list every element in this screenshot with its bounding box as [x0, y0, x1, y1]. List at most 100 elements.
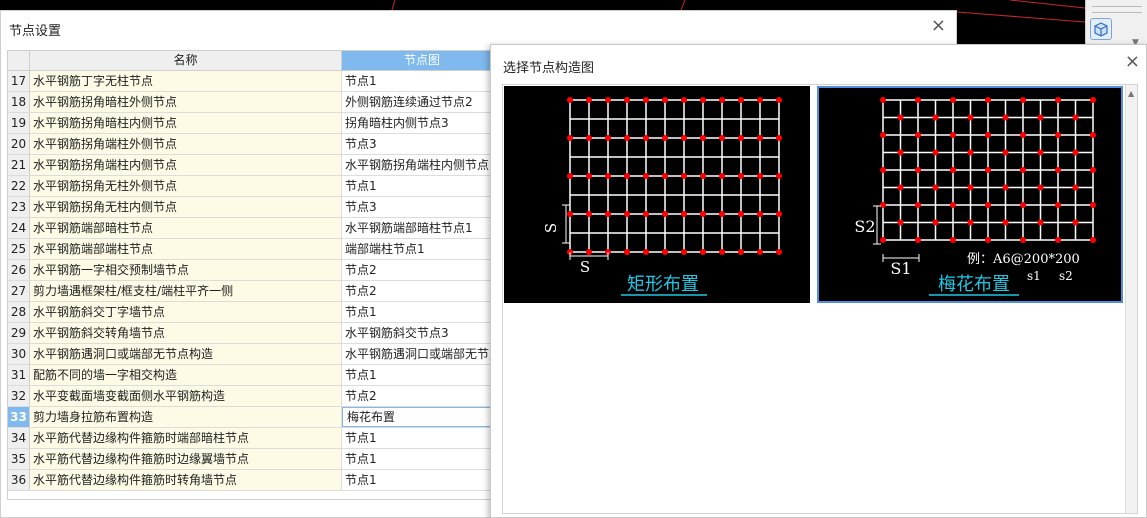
tie-dot	[776, 135, 782, 141]
table-row[interactable]: 35 水平筋代替边缘构件箍筋时边缘翼墙节点 节点1	[8, 449, 496, 470]
tie-dot	[1002, 219, 1009, 226]
cube-icon[interactable]	[1090, 18, 1112, 40]
table-row[interactable]: 26 水平钢筋一字相交预制墙节点 节点2	[8, 260, 496, 281]
row-node-cell[interactable]: 水平钢筋端部暗柱节点1	[342, 218, 496, 238]
row-number[interactable]: 28	[8, 302, 30, 322]
vertical-scrollbar[interactable]: ▲	[1125, 85, 1137, 513]
row-number[interactable]: 36	[8, 470, 30, 490]
row-number[interactable]: 35	[8, 449, 30, 469]
table-row[interactable]: 34 水平筋代替边缘构件箍筋时端部暗柱节点 节点1	[8, 428, 496, 449]
table-row[interactable]: 32 水平变截面墙变截面侧水平钢筋构造 节点2	[8, 386, 496, 407]
table-row[interactable]: 22 水平钢筋拐角无柱外侧节点 节点1	[8, 176, 496, 197]
column-header-name[interactable]: 名称	[30, 51, 342, 71]
row-name-cell: 剪力墙身拉筋布置构造	[30, 407, 342, 427]
option-plum-blossom-layout[interactable]: S2 S1 例：A6@200*200 s1 s2 梅花布置	[817, 86, 1123, 303]
table-row[interactable]: 17 水平钢筋丁字无柱节点 节点1	[8, 71, 496, 92]
table-row[interactable]: 20 水平钢筋拐角端柱外侧节点 节点3	[8, 134, 496, 155]
table-row[interactable]: 28 水平钢筋斜交丁字墙节点 节点1	[8, 302, 496, 323]
row-number[interactable]: 29	[8, 323, 30, 343]
table-row[interactable]: 31 配筋不同的墙一字相交构造 节点1	[8, 365, 496, 386]
row-number[interactable]: 22	[8, 176, 30, 196]
row-number[interactable]: 17	[8, 71, 30, 91]
row-number[interactable]: 26	[8, 260, 30, 280]
tie-dot	[1055, 237, 1061, 243]
table-row[interactable]: 36 水平筋代替边缘构件箍筋时转角墙节点 节点1	[8, 470, 496, 491]
close-icon[interactable]: ×	[1125, 51, 1140, 72]
row-node-cell[interactable]: 水平钢筋拐角端柱内侧节点1	[342, 155, 496, 175]
tie-dot	[643, 135, 649, 141]
row-node-cell[interactable]: 节点1	[342, 470, 496, 490]
dim-label-vertical: S2	[854, 217, 875, 236]
row-node-cell[interactable]: 节点3	[342, 197, 496, 217]
row-number[interactable]: 25	[8, 239, 30, 259]
table-row[interactable]: 18 水平钢筋拐角暗柱外侧节点 外侧钢筋连续通过节点2	[8, 92, 496, 113]
row-node-cell[interactable]: 节点3	[342, 134, 496, 154]
tie-dot	[1090, 97, 1096, 103]
row-number[interactable]: 27	[8, 281, 30, 301]
table-row[interactable]: 23 水平钢筋拐角无柱内侧节点 节点3	[8, 197, 496, 218]
tie-dot	[757, 173, 763, 179]
tie-dot	[932, 149, 939, 156]
row-number[interactable]: 34	[8, 428, 30, 448]
row-number[interactable]: 23	[8, 197, 30, 217]
rebar-grid	[569, 99, 780, 253]
row-node-cell[interactable]: 节点1	[342, 302, 496, 322]
row-number[interactable]: 21	[8, 155, 30, 175]
row-node-cell[interactable]: 节点1	[342, 449, 496, 469]
row-number[interactable]: 18	[8, 92, 30, 112]
option-rectangular-layout[interactable]: S S 矩形布置	[504, 86, 810, 303]
table-row[interactable]: 24 水平钢筋端部暗柱节点 水平钢筋端部暗柱节点1	[8, 218, 496, 239]
close-icon[interactable]: ×	[931, 15, 946, 36]
tie-dot	[985, 97, 991, 103]
dim-label-horizontal: S1	[890, 259, 911, 278]
row-node-cell[interactable]: 节点1	[342, 71, 496, 91]
row-node-cell[interactable]: 节点1	[342, 428, 496, 448]
tie-dot	[662, 97, 668, 103]
table-row[interactable]: 25 水平钢筋端部端柱节点 端部端柱节点1	[8, 239, 496, 260]
tie-dot	[567, 173, 573, 179]
tie-dot	[1072, 149, 1079, 156]
tie-dot	[776, 211, 782, 217]
tie-dot	[719, 249, 725, 255]
table-row[interactable]: 33 剪力墙身拉筋布置构造 梅花布置	[8, 407, 496, 428]
tie-dot	[1037, 219, 1044, 226]
tie-dot	[567, 97, 573, 103]
node-table: 名称 节点图 17 水平钢筋丁字无柱节点 节点1 18 水平钢筋拐角暗柱外侧节点 外侧钢筋…	[7, 50, 497, 500]
scroll-up-icon[interactable]: ▲	[1128, 89, 1134, 98]
tie-dot	[880, 97, 886, 103]
row-number[interactable]: 24	[8, 218, 30, 238]
toolbar-divider	[1092, 6, 1142, 7]
row-node-cell[interactable]: 节点2	[342, 386, 496, 406]
row-number[interactable]: 20	[8, 134, 30, 154]
row-node-cell[interactable]: 水平钢筋斜交节点3	[342, 323, 496, 343]
row-node-cell[interactable]: 节点2	[342, 260, 496, 280]
row-node-cell[interactable]: 外侧钢筋连续通过节点2	[342, 92, 496, 112]
tie-dot	[967, 184, 974, 191]
row-node-cell[interactable]: 节点1	[342, 176, 496, 196]
tie-dot	[662, 249, 668, 255]
row-number[interactable]: 30	[8, 344, 30, 364]
tie-dot	[880, 237, 886, 243]
table-row[interactable]: 21 水平钢筋拐角端柱内侧节点 水平钢筋拐角端柱内侧节点1	[8, 155, 496, 176]
row-name-cell: 水平钢筋斜交丁字墙节点	[30, 302, 342, 322]
row-node-cell[interactable]: 梅花布置	[342, 407, 496, 427]
column-header-node[interactable]: 节点图	[342, 51, 496, 71]
row-number[interactable]: 31	[8, 365, 30, 385]
row-name-cell: 配筋不同的墙一字相交构造	[30, 365, 342, 385]
row-node-cell[interactable]: 节点1	[342, 365, 496, 385]
tie-dot	[950, 237, 956, 243]
row-number[interactable]: 33	[8, 407, 30, 427]
table-row[interactable]: 19 水平钢筋拐角暗柱内侧节点 拐角暗柱内侧节点3	[8, 113, 496, 134]
table-row[interactable]: 30 水平钢筋遇洞口或端部无节点构造 水平钢筋遇洞口或端部无节点	[8, 344, 496, 365]
row-node-cell[interactable]: 节点2	[342, 281, 496, 301]
row-node-cell[interactable]: 水平钢筋遇洞口或端部无节点	[342, 344, 496, 364]
row-number[interactable]: 19	[8, 113, 30, 133]
table-row[interactable]: 27 剪力墙遇框架柱/框支柱/端柱平齐一侧 节点2	[8, 281, 496, 302]
tie-dot	[719, 211, 725, 217]
row-node-cell[interactable]: 拐角暗柱内侧节点3	[342, 113, 496, 133]
tie-dot	[1090, 167, 1096, 173]
row-name-cell: 水平钢筋拐角端柱内侧节点	[30, 155, 342, 175]
row-number[interactable]: 32	[8, 386, 30, 406]
row-node-cell[interactable]: 端部端柱节点1	[342, 239, 496, 259]
table-row[interactable]: 29 水平钢筋斜交转角墙节点 水平钢筋斜交节点3	[8, 323, 496, 344]
